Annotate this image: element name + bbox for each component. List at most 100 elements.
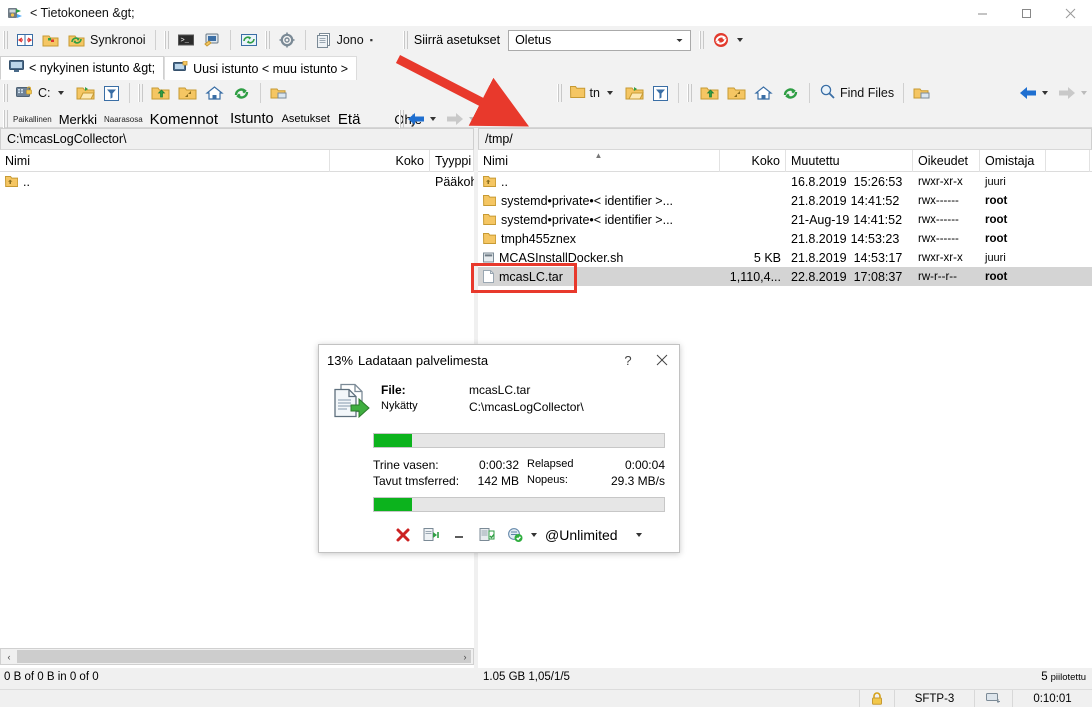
toolbar-grip[interactable] <box>557 84 563 102</box>
tab-current-session[interactable]: < nykyinen istunto &gt; <box>0 56 164 80</box>
help-icon[interactable]: ? <box>611 345 645 375</box>
open-directory-icon[interactable] <box>72 81 99 105</box>
menu-komennot[interactable]: Komennot <box>144 111 224 128</box>
chevron-down-icon[interactable] <box>430 117 436 121</box>
new-folder-icon[interactable] <box>909 81 936 105</box>
sync-label: Synkronoi <box>90 33 146 47</box>
disconnect-icon[interactable] <box>501 524 529 546</box>
parent-dir-icon[interactable] <box>696 81 723 105</box>
remote-file-list[interactable]: .. 16.8.2019 15:26:53 rwxr-xr-x juuri sy… <box>478 172 1092 286</box>
chevron-down-icon[interactable]: ▪ <box>370 35 373 45</box>
home-icon[interactable] <box>750 81 777 105</box>
remote-back-button[interactable] <box>1016 86 1051 100</box>
parent-dir-icon[interactable] <box>147 81 174 105</box>
toolbar-grip[interactable] <box>265 31 271 49</box>
chevron-down-icon[interactable] <box>1042 91 1048 95</box>
table-row[interactable]: .. Pääkohde <box>0 172 474 191</box>
tab-new-session[interactable]: Uusi istunto < muu istunto > <box>164 56 357 80</box>
column-header-size[interactable]: Koko <box>330 150 430 172</box>
chevron-down-icon[interactable] <box>607 91 613 95</box>
remote-path-bar[interactable]: /tmp/ <box>478 128 1092 150</box>
toolbar-separator <box>678 83 679 103</box>
scroll-right-icon[interactable]: › <box>457 649 473 664</box>
table-row[interactable]: tmph455znex 21.8.2019 14:53:23 rwx------… <box>478 229 1092 248</box>
table-row[interactable]: systemd•private•< identifier >... 21.8.2… <box>478 191 1092 210</box>
open-directory-icon[interactable] <box>621 81 648 105</box>
refresh-icon[interactable] <box>777 81 804 105</box>
synchronize-browse-icon[interactable] <box>236 28 262 52</box>
connection-icon[interactable] <box>974 690 1012 707</box>
find-files-button[interactable]: Find Files <box>815 81 898 105</box>
file-name-text: systemd•private•< identifier >... <box>501 213 673 227</box>
toolbar-grip[interactable] <box>3 84 9 102</box>
cancel-icon[interactable] <box>389 524 417 546</box>
toolbar-separator <box>305 30 306 50</box>
chevron-down-icon[interactable] <box>636 533 642 537</box>
putty-icon[interactable] <box>199 28 225 52</box>
menu-paikallinen[interactable]: Paikallinen <box>12 115 53 124</box>
close-icon[interactable] <box>645 345 679 375</box>
local-back-button[interactable] <box>404 112 439 126</box>
updir-icon <box>483 176 496 187</box>
minimize-icon[interactable] <box>445 524 473 546</box>
toolbar-grip[interactable] <box>164 31 170 49</box>
drive-selector[interactable]: C: <box>12 81 68 105</box>
scroll-left-icon[interactable]: ‹ <box>1 649 17 664</box>
column-header-rights[interactable]: Oikeudet <box>913 150 980 172</box>
sync-icon[interactable]: Synkronoi <box>64 28 150 52</box>
menu-naarasosa[interactable]: Naarasosa <box>103 115 144 124</box>
column-header-modified[interactable]: Muutettu <box>786 150 913 172</box>
lock-icon[interactable] <box>859 690 894 707</box>
table-row[interactable]: systemd•private•< identifier >... 21-Aug… <box>478 210 1092 229</box>
column-header-type[interactable]: Tyyppi <box>430 150 474 172</box>
column-header-name[interactable]: Nimi <box>0 150 330 172</box>
filter-icon[interactable] <box>99 81 124 105</box>
queue-icon[interactable]: Jono ▪ <box>311 28 377 52</box>
home-icon[interactable] <box>201 81 228 105</box>
speed-limit-label: @Unlimited <box>545 527 618 543</box>
column-header-size[interactable]: Koko <box>720 150 786 172</box>
remote-forward-button <box>1055 86 1090 100</box>
toolbar-grip[interactable] <box>3 31 9 49</box>
menu-eta[interactable]: Etä <box>332 111 367 128</box>
close-icon[interactable] <box>1048 0 1092 26</box>
scrollbar-thumb[interactable] <box>17 650 471 663</box>
back-dir-icon[interactable] <box>174 81 201 105</box>
filter-icon[interactable] <box>648 81 673 105</box>
column-header-name[interactable]: Nimi ▲ <box>478 150 720 172</box>
toolbar-zone: Synkronoi >_ <box>0 26 1092 128</box>
chevron-down-icon[interactable] <box>671 32 688 49</box>
refresh-icon[interactable] <box>228 81 255 105</box>
table-row[interactable]: MCASInstallDocker.sh 5 KB 21.8.2019 14:5… <box>478 248 1092 267</box>
remote-hidden-label: piilotettu <box>1051 672 1086 683</box>
toolbar-grip[interactable] <box>687 84 693 102</box>
console-icon[interactable]: >_ <box>173 28 199 52</box>
compare-icon[interactable] <box>12 28 38 52</box>
local-file-list[interactable]: .. Pääkohde <box>0 172 474 191</box>
transfer-preset-combo[interactable]: Oletus <box>508 30 691 51</box>
sync-browse-icon[interactable] <box>38 28 64 52</box>
preferences-gear-icon[interactable] <box>274 28 300 52</box>
move-to-queue-icon[interactable] <box>417 524 445 546</box>
back-dir-icon[interactable] <box>723 81 750 105</box>
local-horizontal-scrollbar[interactable]: ‹ › <box>0 648 474 665</box>
column-header-owner[interactable]: Omistaja <box>980 150 1046 172</box>
minimize-icon[interactable] <box>960 0 1004 26</box>
background-icon[interactable] <box>473 524 501 546</box>
new-folder-icon[interactable] <box>266 81 293 105</box>
local-path-bar[interactable]: C:\mcasLogCollector\ <box>0 128 474 150</box>
file-row-mcasLC-tar[interactable]: mcasLC.tar 1,110,4... 22.8.2019 17:08:37… <box>478 267 1092 286</box>
toolbar-grip[interactable] <box>699 31 705 49</box>
toolbar-grip[interactable] <box>403 31 409 49</box>
remote-path-selector[interactable]: tn <box>566 81 617 105</box>
chevron-down-icon[interactable] <box>58 91 64 95</box>
transfer-settings-icon[interactable] <box>708 28 747 52</box>
chevron-down-icon[interactable] <box>737 38 743 42</box>
table-row[interactable]: .. 16.8.2019 15:26:53 rwxr-xr-x juuri <box>478 172 1092 191</box>
maximize-icon[interactable] <box>1004 0 1048 26</box>
toolbar-grip[interactable] <box>138 84 144 102</box>
menu-istunto[interactable]: Istunto <box>224 111 280 127</box>
menu-asetukset[interactable]: Asetukset <box>280 113 332 125</box>
menu-merkki[interactable]: Merkki <box>53 112 103 127</box>
chevron-down-icon[interactable] <box>531 533 537 537</box>
